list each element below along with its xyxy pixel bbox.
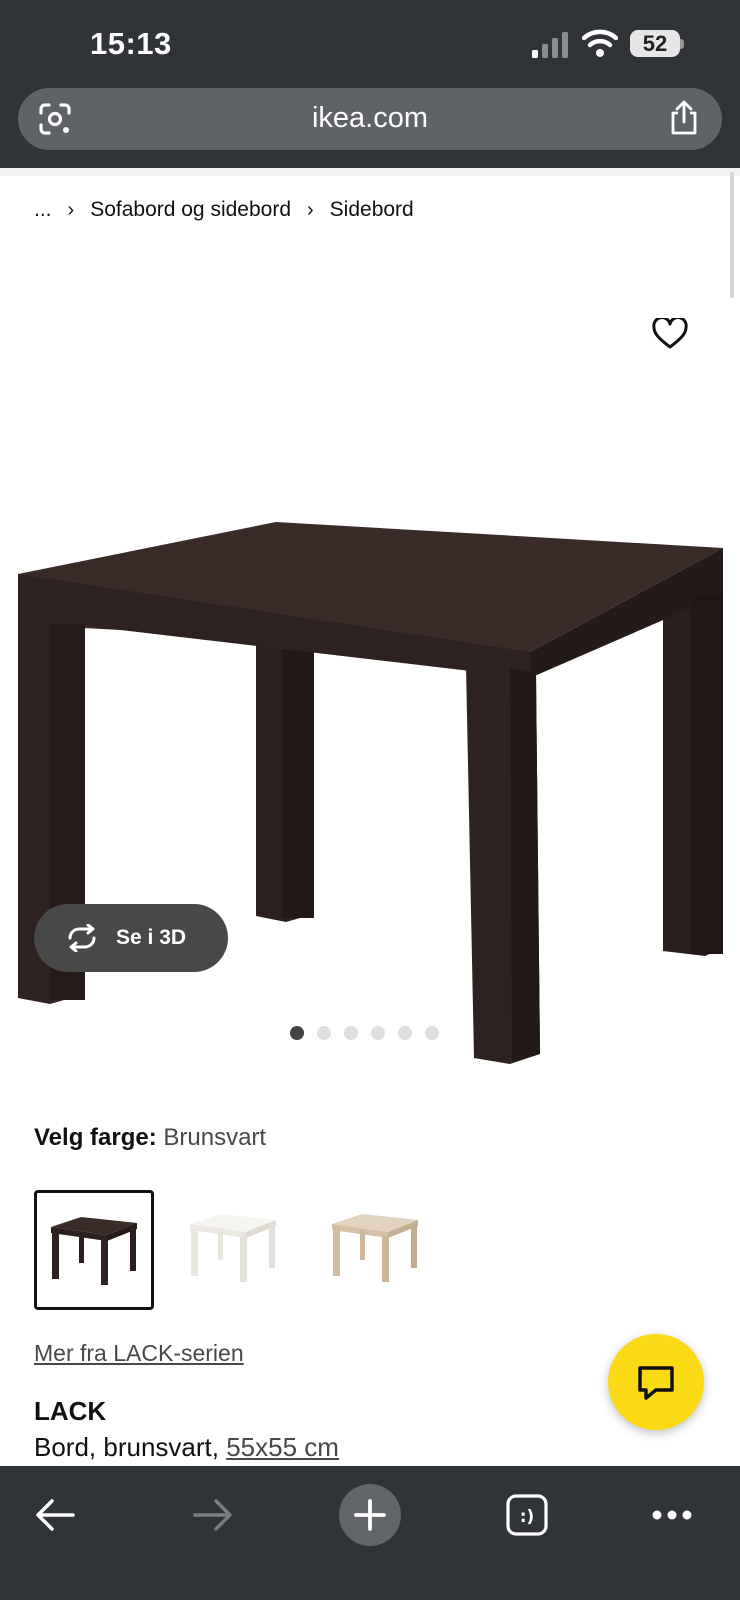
color-label-title: Velg farge: bbox=[34, 1124, 157, 1151]
scrollbar[interactable] bbox=[730, 172, 734, 298]
carousel-dot[interactable] bbox=[344, 1026, 358, 1040]
carousel-dot[interactable] bbox=[371, 1026, 385, 1040]
status-bar: 15:13 52 bbox=[0, 0, 740, 88]
product-size-link[interactable]: 55x55 cm bbox=[226, 1432, 339, 1462]
tabs-button[interactable]: :) bbox=[496, 1484, 558, 1546]
chevron-right-icon: › bbox=[67, 198, 75, 221]
forward-arrow-icon bbox=[193, 1499, 232, 1531]
back-button[interactable] bbox=[24, 1484, 86, 1546]
plus-icon bbox=[354, 1499, 386, 1531]
carousel-dot[interactable] bbox=[425, 1026, 439, 1040]
rotate-3d-icon bbox=[68, 924, 96, 952]
breadcrumb-ellipsis[interactable]: ... bbox=[34, 198, 52, 222]
swatch-white[interactable] bbox=[176, 1190, 296, 1310]
heart-icon[interactable] bbox=[652, 318, 688, 350]
forward-button[interactable] bbox=[182, 1484, 244, 1546]
carousel-dot[interactable] bbox=[317, 1026, 331, 1040]
color-swatches bbox=[34, 1190, 438, 1310]
product-image[interactable] bbox=[0, 348, 740, 1088]
breadcrumb-sofabord[interactable]: Sofabord og sidebord bbox=[90, 198, 291, 222]
more-button[interactable] bbox=[641, 1484, 703, 1546]
table-thumbnail bbox=[190, 1214, 276, 1282]
new-tab-button[interactable] bbox=[339, 1484, 401, 1546]
product-description: Bord, brunsvart, 55x55 cm bbox=[34, 1432, 339, 1463]
breadcrumb: ... › Sofabord og sidebord › Sidebord bbox=[34, 198, 414, 222]
cellular-signal-icon bbox=[532, 32, 568, 58]
table-thumbnail bbox=[332, 1214, 418, 1282]
view-3d-label: Se i 3D bbox=[116, 926, 187, 949]
more-icon bbox=[652, 1510, 692, 1520]
view-3d-button[interactable]: Se i 3D bbox=[34, 904, 228, 972]
image-carousel-dots bbox=[290, 1026, 439, 1040]
tabs-icon: :) bbox=[506, 1494, 548, 1536]
chevron-right-icon: › bbox=[307, 198, 314, 221]
address-bar[interactable]: ikea.com bbox=[18, 88, 722, 150]
web-page: ... › Sofabord og sidebord › Sidebord Se… bbox=[0, 168, 740, 1466]
browser-toolbar-bottom: :) bbox=[0, 1466, 740, 1600]
browser-toolbar-top: ikea.com bbox=[0, 88, 740, 168]
share-icon[interactable] bbox=[668, 100, 700, 136]
product-name: LACK bbox=[34, 1396, 107, 1426]
back-arrow-icon bbox=[36, 1499, 75, 1531]
swatch-oak[interactable] bbox=[318, 1190, 438, 1310]
battery-indicator: 52 bbox=[630, 30, 684, 58]
breadcrumb-sidebord[interactable]: Sidebord bbox=[330, 198, 414, 222]
color-selected-value: Brunsvart bbox=[163, 1124, 267, 1151]
battery-level: 52 bbox=[642, 31, 668, 56]
table-thumbnail bbox=[51, 1217, 137, 1285]
chat-icon bbox=[638, 1366, 674, 1400]
carousel-dot[interactable] bbox=[290, 1026, 304, 1040]
product-desc-prefix: Bord, brunsvart, bbox=[34, 1432, 227, 1462]
series-link[interactable]: Mer fra LACK-serien bbox=[34, 1340, 244, 1367]
swatch-brunsvart[interactable] bbox=[34, 1190, 154, 1310]
color-label: Velg farge: Brunsvart bbox=[34, 1124, 266, 1152]
carousel-dot[interactable] bbox=[398, 1026, 412, 1040]
wifi-icon bbox=[582, 29, 618, 57]
svg-text::): :) bbox=[520, 1507, 535, 1527]
chat-button[interactable] bbox=[608, 1334, 704, 1430]
url-text[interactable]: ikea.com bbox=[18, 102, 722, 135]
status-time: 15:13 bbox=[90, 26, 172, 61]
